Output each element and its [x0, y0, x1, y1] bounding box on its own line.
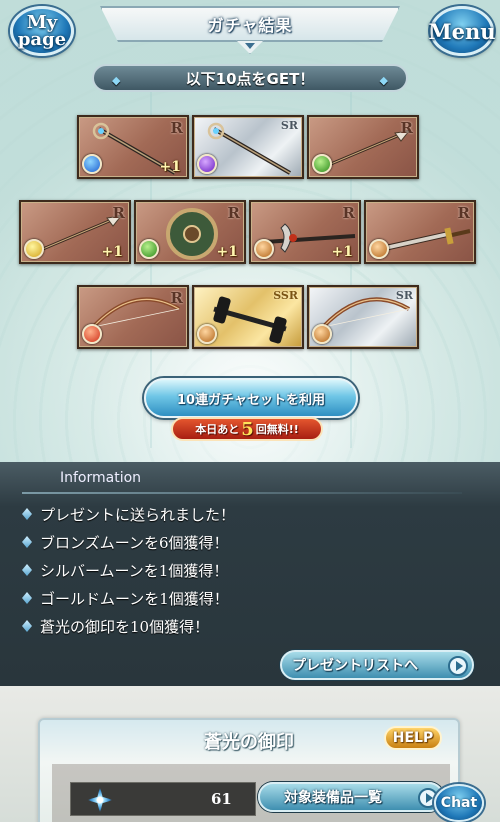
wind-element-icon [139, 239, 159, 259]
diamond-bullet-icon [22, 592, 32, 604]
result-item[interactable]: SR [307, 285, 419, 349]
list-item: 蒼光の御印を10個獲得！ [22, 612, 235, 640]
seal-count-box: 61 [70, 782, 256, 816]
equipment-list-label: 対象装備品一覧 [284, 790, 382, 806]
result-item[interactable]: R +1 [134, 200, 246, 264]
ten-pull-button[interactable]: 10連ガチャセットを利用 [144, 378, 358, 418]
light-element-icon [24, 239, 44, 259]
earth-element-icon [312, 324, 332, 344]
rarity-badge: R [112, 204, 125, 222]
result-item[interactable]: SSR [192, 285, 304, 349]
present-list-label: プレゼントリストへ [292, 658, 418, 674]
free-badge-prefix: 本日あと [195, 423, 240, 436]
seal-star-icon [87, 787, 113, 813]
diamond-icon: ◆ [112, 74, 121, 87]
plus-bonus: +1 [331, 244, 353, 260]
present-list-button[interactable]: プレゼントリストへ [280, 650, 474, 680]
rarity-badge: R [170, 289, 183, 307]
earth-element-icon [369, 239, 389, 259]
info-text: 蒼光の御印を10個獲得！ [40, 617, 210, 636]
rarity-badge: SR [395, 289, 413, 302]
fire-element-icon [82, 324, 102, 344]
page-title: ガチャ結果 [207, 16, 293, 35]
get-banner-text: 以下10点をGET！ [185, 69, 315, 88]
dark-element-icon [197, 154, 217, 174]
information-panel: Information プレゼントに送られました！ ブロンズムーンを6個獲得！ … [0, 462, 500, 686]
plus-bonus: +1 [159, 159, 181, 175]
info-text: ブロンズムーンを6個獲得！ [40, 533, 229, 552]
rarity-badge: R [342, 204, 355, 222]
list-item: ゴールドムーンを1個獲得！ [22, 584, 235, 612]
result-item[interactable]: SR [192, 115, 304, 179]
result-item[interactable]: R +1 [19, 200, 131, 264]
result-item[interactable]: R [77, 285, 189, 349]
water-element-icon [82, 154, 102, 174]
list-item: ブロンズムーンを6個獲得！ [22, 528, 235, 556]
information-list: プレゼントに送られました！ ブロンズムーンを6個獲得！ シルバームーンを1個獲得… [22, 500, 235, 640]
diamond-bullet-icon [22, 564, 32, 576]
result-item[interactable]: R [307, 115, 419, 179]
result-item[interactable]: R [364, 200, 476, 264]
arrow-right-icon [448, 656, 468, 676]
information-title: Information [60, 470, 142, 486]
diamond-bullet-icon [22, 536, 32, 548]
get-banner: ◆ 以下10点をGET！ ◆ [92, 64, 408, 92]
rarity-badge: SR [280, 119, 298, 132]
free-pulls-badge: 本日あと 5 回無料!! [171, 417, 323, 441]
info-text: ゴールドムーンを1個獲得！ [40, 589, 229, 608]
info-text: プレゼントに送られました！ [40, 505, 236, 524]
chevron-down-icon [236, 40, 264, 54]
rarity-badge: R [227, 204, 240, 222]
mypage-button[interactable]: My page [10, 6, 74, 56]
rarity-badge: R [400, 119, 413, 137]
plus-bonus: +1 [101, 244, 123, 260]
target-equipment-list-button[interactable]: 対象装備品一覧 [258, 782, 444, 812]
wind-element-icon [312, 154, 332, 174]
result-item[interactable]: R +1 [249, 200, 361, 264]
rarity-badge: R [457, 204, 470, 222]
chat-button[interactable]: Chat [434, 784, 484, 822]
free-badge-count: 5 [241, 418, 254, 440]
divider [22, 492, 462, 494]
seal-count: 61 [211, 790, 232, 808]
help-button[interactable]: HELP [384, 726, 442, 750]
free-badge-suffix: 回無料!! [255, 423, 299, 436]
diamond-icon: ◆ [379, 74, 388, 87]
mypage-label-line2: page [17, 29, 67, 50]
menu-button[interactable]: Menu [428, 6, 496, 56]
header: My page ガチャ結果 Menu [0, 0, 500, 60]
list-item: シルバームーンを1個獲得！ [22, 556, 235, 584]
info-text: シルバームーンを1個獲得！ [40, 561, 229, 580]
rarity-badge: R [170, 119, 183, 137]
title-banner: ガチャ結果 [100, 6, 400, 42]
rarity-badge: SSR [273, 289, 298, 302]
result-item[interactable]: R +1 [77, 115, 189, 179]
earth-element-icon [197, 324, 217, 344]
diamond-bullet-icon [22, 620, 32, 632]
diamond-bullet-icon [22, 508, 32, 520]
list-item: プレゼントに送られました！ [22, 500, 235, 528]
plus-bonus: +1 [216, 244, 238, 260]
earth-element-icon [254, 239, 274, 259]
seal-section: 蒼光の御印 HELP 61 対象装備品一覧 [0, 686, 500, 822]
